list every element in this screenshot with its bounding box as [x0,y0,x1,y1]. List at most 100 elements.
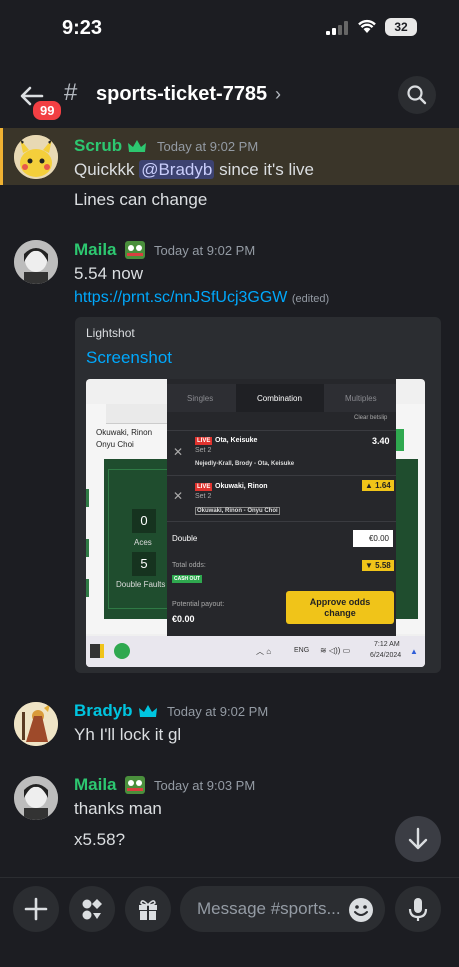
site-tab [106,404,168,424]
timestamp: Today at 9:03 PM [154,778,256,793]
bet-match: Nejedly-Krall, Brody - Ota, Keisuke [195,461,295,467]
signal-icon [326,21,348,35]
tray-network-icon: ≋ ◁)) ▭ [320,646,351,655]
right-marker [396,429,404,451]
status-time: 9:23 [62,17,103,39]
message-text: x5.58? [74,830,126,849]
search-icon [407,85,427,105]
channel-header: 99 # sports-ticket-7785 › [0,62,459,126]
username[interactable]: Bradyb [74,701,133,721]
gift-button[interactable] [125,886,171,932]
crown-icon [128,140,146,152]
bell-icon: ▲ [410,647,418,656]
approve-odds-button[interactable]: Approve odds change [286,591,394,624]
left-marker [86,579,89,597]
tray-lang: ENG [294,647,310,654]
apps-button[interactable] [69,886,115,932]
gift-icon [139,900,157,920]
avatar[interactable] [14,702,58,746]
user-mention[interactable]: @Bradyb [139,160,215,179]
timestamp: Today at 9:02 PM [157,139,259,154]
left-marker [86,539,89,557]
username[interactable]: Maila [74,775,117,795]
divider [167,521,396,522]
edited-tag: (edited) [291,293,330,305]
remove-bet-icon[interactable]: ✕ [173,445,183,459]
bet-odds-changed: ▲ 1.64 [362,480,394,491]
pepe-emoji-icon [125,776,145,794]
total-odds-label: Total odds: [172,562,206,569]
double-label: Double [172,534,198,543]
clear-betslip[interactable]: Clear betslip [354,415,387,421]
timestamp: Today at 9:02 PM [154,243,256,258]
live-badge: LIVE [195,437,213,445]
tab-combination[interactable]: Combination [257,394,302,403]
tray-clock: 7:12 AM [374,641,400,648]
left-marker [86,489,89,507]
stake-input[interactable]: €0.00 [353,530,393,547]
channel-name[interactable]: sports-ticket-7785 [96,83,267,106]
df-value: 5 [132,552,156,576]
microphone-icon [408,898,428,921]
df-label: Double Faults [116,580,166,589]
right-stats [396,459,418,619]
plus-icon [24,897,48,921]
cashout-badge: CASH OUT [172,575,203,583]
app-icon[interactable] [90,644,104,658]
bet-name: Ota, Keisuke [215,437,258,444]
pepe-emoji-icon [125,241,145,259]
total-odds: ▼ 5.58 [362,560,394,571]
message-link[interactable]: https://prnt.sc/nnJSfUcj3GGW (edited) [74,289,329,307]
bet-set: Set 2 [195,493,212,500]
crown-icon [139,705,157,717]
embed-title[interactable]: Screenshot [86,348,172,368]
link-url[interactable]: https://prnt.sc/nnJSfUcj3GGW [74,289,287,306]
jump-to-bottom-button[interactable] [395,816,441,862]
search-button[interactable] [398,76,436,114]
bet-name: Okuwaki, Rinon [215,483,268,490]
character-avatar-icon [14,702,58,746]
remove-bet-icon[interactable]: ✕ [173,489,183,503]
pikachu-avatar-icon [14,135,58,179]
message-text: Quickkk @Bradyb since it's live [74,160,314,180]
message-text: thanks man [74,799,162,818]
battery-icon: 32 [385,18,417,36]
aces-value: 0 [132,509,156,533]
tray-date: 6/24/2024 [370,652,402,659]
channel-hash-icon: # [64,79,78,106]
bet-set: Set 2 [195,447,212,454]
tab-multiples[interactable]: Multiples [345,394,377,403]
username[interactable]: Maila [74,240,117,260]
chevron-right-icon[interactable]: › [275,84,281,105]
site-player: Okuwaki, Rinon [96,428,153,437]
arrow-down-icon [408,827,428,850]
embed-provider: Lightshot [86,326,135,340]
user-photo-avatar-icon [14,776,58,820]
wifi-icon [358,19,376,33]
message-part: Quickkk [74,160,135,179]
message-text: Lines can change [74,190,208,209]
message-text: Yh I'll lock it gl [74,725,182,744]
voice-message-button[interactable] [395,886,441,932]
payout-label: Potential payout: [172,601,225,608]
message-text: 5.54 now [74,264,143,283]
message-part: since it's live [219,160,314,179]
embed-screenshot[interactable]: Okuwaki, Rinon Onyu Choi 0 Aces 5 Double… [86,379,425,667]
avatar[interactable] [14,776,58,820]
unread-badge: 99 [31,99,64,122]
whatsapp-icon[interactable] [114,643,130,659]
payout-value: €0.00 [172,614,195,624]
avatar[interactable] [14,135,58,179]
avatar[interactable] [14,240,58,284]
apps-icon [82,899,102,920]
bet-match: Okuwaki, Rinon - Onyu Choi [195,507,280,515]
live-badge: LIVE [195,483,213,491]
emoji-icon[interactable] [347,896,375,924]
add-attachment-button[interactable] [13,886,59,932]
site-player: Onyu Choi [96,440,134,449]
username[interactable]: Scrub [74,136,122,156]
bet-odds: 3.40 [372,436,390,446]
tab-singles[interactable]: Singles [187,394,213,403]
timestamp: Today at 9:02 PM [167,704,269,719]
status-bar: 9:23 32 [0,0,459,58]
